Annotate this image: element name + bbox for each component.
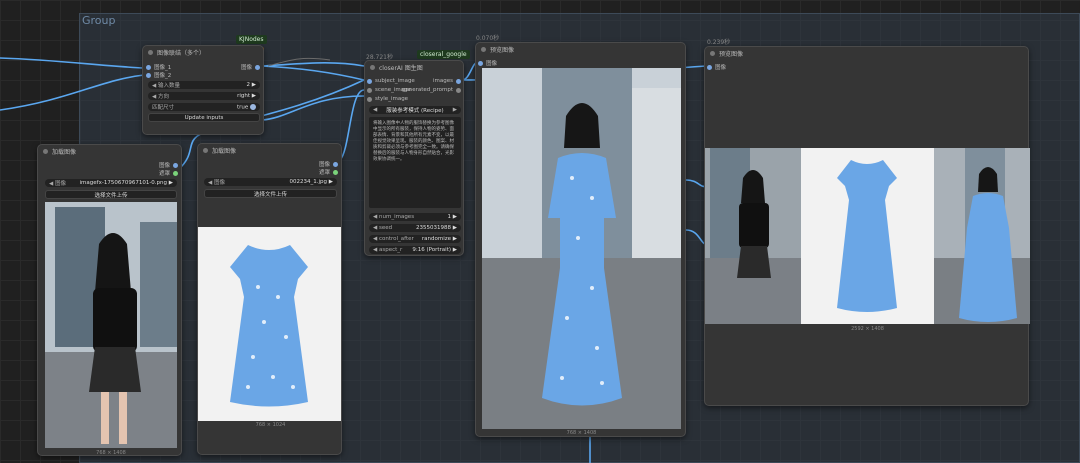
num-images-widget[interactable]: ◀ num_images 1 ▶: [369, 213, 461, 221]
node-title: 预览图像: [490, 46, 515, 54]
image-input-slot[interactable]: 图像: [478, 59, 497, 67]
node-title: closerAI 图生图: [379, 64, 423, 72]
image-preview-blue-dress: [198, 227, 341, 421]
preview2-timing: 0.239秒: [707, 39, 731, 46]
subject-image-slot[interactable]: subject_image: [367, 78, 415, 84]
load-image-node-1[interactable]: 加载图像 图像 遮罩 ◀ 图像 imagefx-1750670967101-0.p…: [37, 144, 182, 456]
file-select-widget[interactable]: ◀ 图像 imagefx-1750670967101-0.png ▶: [45, 179, 177, 187]
aspect-ratio-widget[interactable]: ◀ aspect_r 9:16 (Portrait) ▶: [369, 246, 461, 254]
upload-button[interactable]: 选择文件上传: [204, 189, 337, 198]
upload-button[interactable]: 选择文件上传: [45, 190, 177, 199]
image-dimensions: 768 × 1408: [96, 450, 126, 456]
collapse-dot-icon[interactable]: [370, 64, 375, 70]
preview-image-node-2[interactable]: 预览图像 图像 2592 × 1408: [704, 46, 1030, 406]
direction-widget[interactable]: ◀ 方向 right ▶: [148, 92, 260, 100]
input-slot-1[interactable]: 图像_1: [146, 63, 171, 71]
prompt-textarea[interactable]: 将输入图像中人物的服饰替换为参考图像中显示的所有服装，保持人物的姿势、面部表情、…: [369, 117, 461, 208]
image-preview-woman-black: [45, 202, 177, 448]
collapse-dot-icon[interactable]: [710, 50, 715, 56]
load-image-node-2[interactable]: 加载图像 图像 遮罩 ◀ 图像 002234_1.jpg ▶ 选择文件上传 768…: [197, 143, 342, 455]
preview1-timing: 0.070秒: [476, 35, 500, 42]
input-label: 图像_2: [154, 73, 172, 79]
mask-output-slot[interactable]: 遮罩: [319, 168, 338, 176]
seed-widget[interactable]: ◀ seed 2355031988 ▶: [369, 224, 461, 232]
image-dimensions: 768 × 1024: [255, 422, 286, 428]
node-header[interactable]: 图像联结（多个）: [143, 46, 263, 58]
closerai-img2img-node[interactable]: closerAI 图生图 subject_image scene_image s…: [364, 60, 464, 256]
input-label: 图像_1: [154, 65, 172, 71]
image-dimensions: 2592 × 1408: [851, 326, 884, 332]
images-output-slot[interactable]: images: [433, 78, 461, 84]
closeral-badge: closeral_google: [417, 50, 470, 59]
image-input-slot[interactable]: 图像: [707, 63, 726, 71]
kjnodes-badge: KJNodes: [236, 35, 267, 44]
image-output-slot[interactable]: 图像: [159, 161, 178, 169]
preview-output-image: [482, 68, 681, 429]
prompt-output-slot[interactable]: generated_prompt: [402, 87, 461, 93]
collapse-dot-icon[interactable]: [148, 49, 153, 55]
mode-select-widget[interactable]: ◀ 服装参考模式 (Recipe) ▶: [369, 106, 461, 114]
node-title: 图像联结（多个）: [157, 49, 206, 57]
match-size-toggle[interactable]: 匹配尺寸 true: [148, 103, 260, 111]
preview-combined-image: [705, 148, 1030, 324]
collapse-dot-icon[interactable]: [203, 147, 208, 153]
output-slot[interactable]: 图像: [241, 63, 260, 71]
input-count-widget[interactable]: ◀ 输入数量 2 ▶: [148, 81, 260, 89]
image-dimensions: 768 × 1408: [566, 430, 597, 436]
output-label: 图像: [240, 65, 252, 71]
preview-image-node-1[interactable]: 预览图像 图像 768 × 1408: [475, 42, 686, 437]
file-select-widget[interactable]: ◀ 图像 002234_1.jpg ▶: [204, 178, 337, 186]
image-combine-node[interactable]: 图像联结（多个） 图像_1 图像_2 图像 ◀ 输入数量 2 ▶ ◀ 方向 righ…: [142, 45, 264, 135]
input-slot-2[interactable]: 图像_2: [146, 71, 171, 79]
collapse-dot-icon[interactable]: [43, 148, 48, 154]
style-image-slot[interactable]: style_image: [367, 96, 408, 102]
node-title: 加载图像: [52, 148, 77, 156]
group-title: Group: [82, 14, 116, 27]
update-inputs-button[interactable]: Update inputs: [148, 113, 260, 122]
node-title: 预览图像: [719, 50, 744, 58]
mask-output-slot[interactable]: 遮罩: [159, 169, 178, 177]
image-output-slot[interactable]: 图像: [319, 160, 338, 168]
node-title: 加载图像: [212, 147, 237, 155]
collapse-dot-icon[interactable]: [481, 46, 486, 52]
control-after-widget[interactable]: ◀ control_after randomize ▶: [369, 235, 461, 243]
